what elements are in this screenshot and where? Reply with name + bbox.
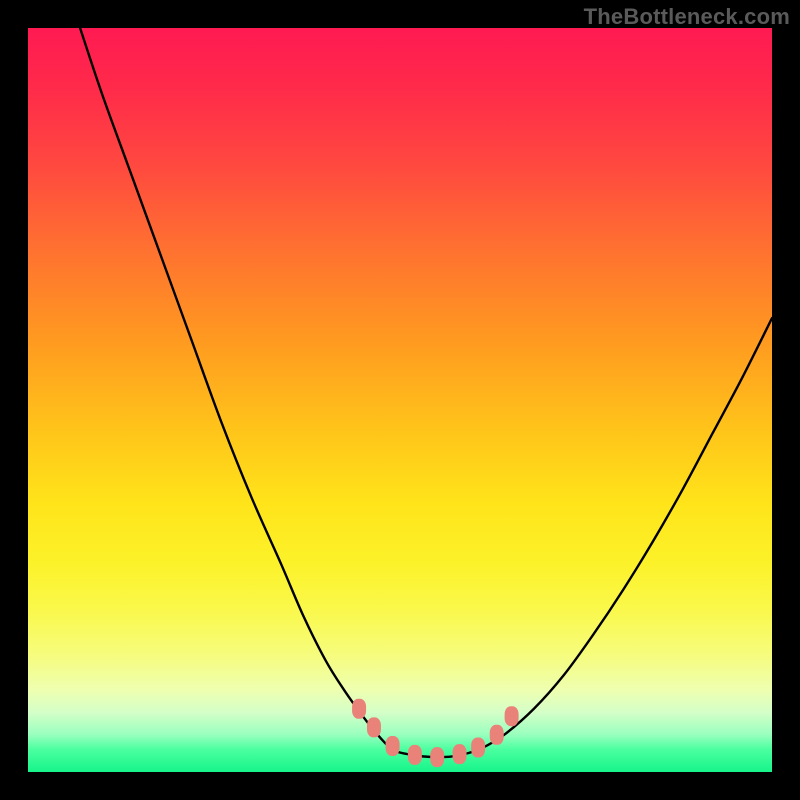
valley-marker (367, 717, 381, 737)
plot-area (28, 28, 772, 772)
valley-marker (471, 737, 485, 757)
valley-marker (430, 747, 444, 767)
watermark-text: TheBottleneck.com (584, 4, 790, 30)
valley-marker (490, 725, 504, 745)
valley-marker (386, 736, 400, 756)
curve-layer (28, 28, 772, 772)
chart-frame: TheBottleneck.com (0, 0, 800, 800)
valley-marker (453, 744, 467, 764)
valley-marker (352, 699, 366, 719)
bottleneck-curve (80, 28, 772, 757)
valley-marker (408, 745, 422, 765)
valley-markers (352, 699, 519, 767)
valley-marker (505, 706, 519, 726)
